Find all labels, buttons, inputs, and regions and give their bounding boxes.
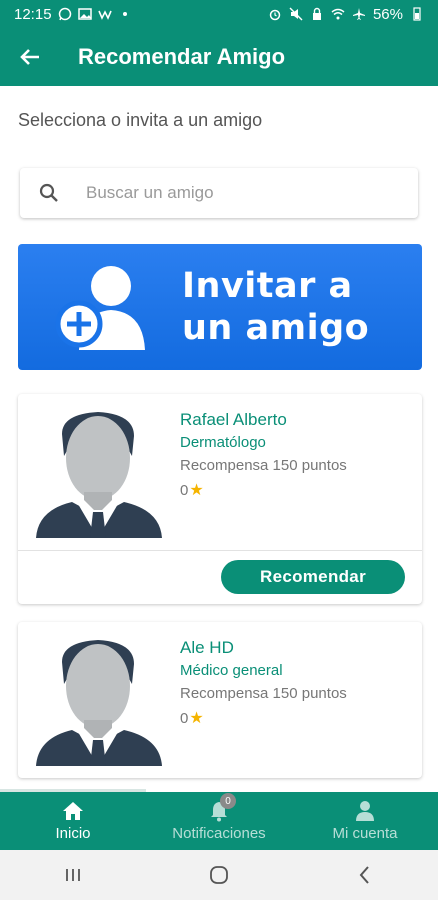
friend-card[interactable]: Rafael Alberto Dermatólogo Recompensa 15… bbox=[18, 394, 422, 604]
person-icon bbox=[353, 800, 377, 822]
whatsapp-icon bbox=[58, 7, 72, 21]
avatar bbox=[32, 634, 166, 766]
avatar bbox=[32, 406, 166, 538]
dot-icon bbox=[118, 7, 132, 21]
invite-line-2: un amigo bbox=[182, 308, 370, 348]
bell-icon: 0 bbox=[207, 793, 236, 822]
status-bar: 12:15 56% bbox=[0, 0, 438, 28]
friend-rating: 0 ★ bbox=[180, 708, 347, 728]
nav-label: Inicio bbox=[55, 825, 91, 842]
mute-icon bbox=[289, 7, 303, 21]
app-icon bbox=[97, 7, 112, 21]
recents-icon bbox=[66, 869, 80, 881]
friend-card[interactable]: Ale HD Médico general Recompensa 150 pun… bbox=[18, 622, 422, 778]
recents-button[interactable] bbox=[43, 850, 103, 900]
friend-info: Rafael Alberto Dermatólogo Recompensa 15… bbox=[180, 410, 347, 500]
invite-banner-text: Invitar a un amigo bbox=[182, 265, 369, 349]
search-icon bbox=[20, 168, 60, 218]
nav-label: Mi cuenta bbox=[332, 825, 398, 842]
friend-info: Ale HD Médico general Recompensa 150 pun… bbox=[180, 638, 347, 728]
back-chevron-icon bbox=[359, 866, 369, 884]
search-bar[interactable] bbox=[20, 168, 418, 218]
nav-item-inicio[interactable]: Inicio bbox=[0, 792, 146, 850]
rating-value: 0 bbox=[180, 481, 189, 499]
battery-icon bbox=[410, 7, 424, 21]
wifi-icon bbox=[331, 7, 345, 21]
friend-specialty: Dermatólogo bbox=[180, 434, 266, 451]
rating-value: 0 bbox=[180, 709, 189, 727]
invite-friend-banner[interactable]: Invitar a un amigo bbox=[18, 244, 422, 370]
battery-level: 56% bbox=[372, 5, 403, 23]
page-title: Recomendar Amigo bbox=[78, 44, 286, 69]
image-icon bbox=[77, 7, 92, 21]
star-icon: ★ bbox=[189, 710, 204, 727]
app-bar: Recomendar Amigo bbox=[0, 28, 438, 86]
home-circle-icon bbox=[210, 866, 228, 884]
home-system-button[interactable] bbox=[189, 850, 249, 900]
recommend-button[interactable]: Recomendar bbox=[221, 560, 405, 594]
search-input[interactable] bbox=[86, 183, 386, 203]
system-nav-bar bbox=[0, 850, 438, 900]
back-system-button[interactable] bbox=[335, 850, 395, 900]
bottom-nav: Inicio 0 Notificaciones Mi cuenta bbox=[0, 792, 438, 850]
friend-reward: Recompensa 150 puntos bbox=[180, 457, 347, 474]
add-user-icon bbox=[18, 244, 188, 370]
nav-item-mi-cuenta[interactable]: Mi cuenta bbox=[292, 792, 438, 850]
invite-line-1: Invitar a bbox=[182, 266, 353, 306]
lock-icon bbox=[310, 7, 324, 21]
nav-item-notificaciones[interactable]: 0 Notificaciones bbox=[146, 792, 292, 850]
back-button[interactable] bbox=[0, 28, 60, 86]
friend-specialty: Médico general bbox=[180, 662, 283, 679]
airplane-icon bbox=[352, 7, 366, 21]
friend-name: Ale HD bbox=[180, 638, 234, 657]
star-icon: ★ bbox=[189, 482, 204, 499]
friend-rating: 0 ★ bbox=[180, 480, 347, 500]
friend-reward: Recompensa 150 puntos bbox=[180, 685, 347, 702]
card-divider bbox=[18, 550, 422, 551]
friend-name: Rafael Alberto bbox=[180, 410, 287, 429]
alarm-icon bbox=[268, 7, 282, 21]
home-icon bbox=[61, 800, 85, 822]
status-time: 12:15 bbox=[14, 5, 52, 23]
notification-badge: 0 bbox=[220, 793, 236, 809]
nav-label: Notificaciones bbox=[172, 825, 266, 842]
arrow-left-icon bbox=[20, 49, 39, 65]
section-subtitle: Selecciona o invita a un amigo bbox=[18, 110, 263, 130]
